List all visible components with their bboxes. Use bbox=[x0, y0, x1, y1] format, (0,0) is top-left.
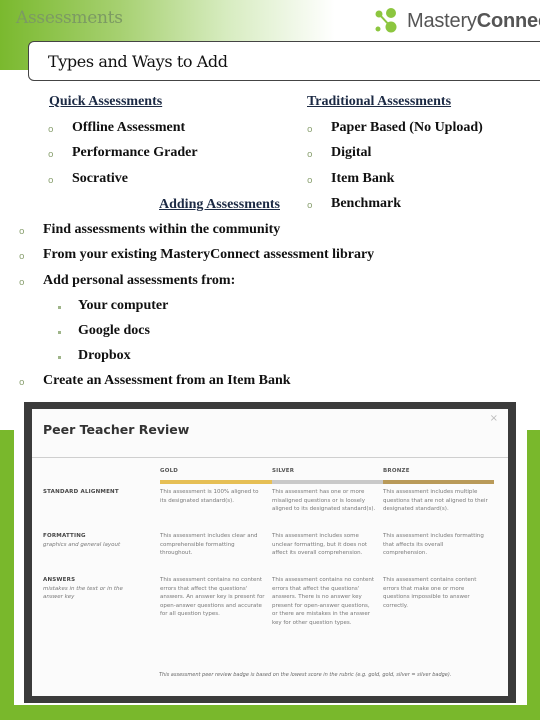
rubric-cell: This assessment contains no content erro… bbox=[160, 577, 265, 617]
circle-bullet-icon: o bbox=[48, 176, 54, 186]
criterion-name: ANSWERS bbox=[43, 577, 76, 583]
peer-teacher-review-modal: Peer Teacher Review × GOLD SILVER BRONZE… bbox=[32, 409, 508, 696]
square-bullet-icon bbox=[58, 331, 61, 334]
list-item: Create an Assessment from an Item Bank bbox=[43, 373, 291, 388]
circle-bullet-icon: o bbox=[19, 227, 25, 237]
rubric-cell: This assessment has one or more misalign… bbox=[272, 489, 376, 512]
level-bar-silver bbox=[272, 480, 383, 484]
level-bar-bronze bbox=[383, 480, 494, 484]
circle-bullet-icon: o bbox=[307, 201, 313, 211]
criterion-name: FORMATTING bbox=[43, 533, 86, 539]
level-label-gold: GOLD bbox=[160, 468, 179, 474]
circle-bullet-icon: o bbox=[19, 378, 25, 388]
modal-title: Peer Teacher Review bbox=[43, 422, 190, 437]
sub-list-item: Your computer bbox=[78, 298, 169, 313]
level-bar-gold bbox=[160, 480, 272, 484]
rubric-cell: This assessment is 100% aligned to its d… bbox=[160, 489, 259, 504]
traditional-assessments-heading: Traditional Assessments bbox=[307, 94, 452, 109]
page-section-title: Assessments bbox=[16, 8, 123, 28]
list-item: Item Bank bbox=[331, 171, 395, 186]
sub-list-item: Dropbox bbox=[78, 348, 131, 363]
slide-subtitle: Types and Ways to Add bbox=[48, 52, 228, 71]
rubric-footnote: This assessment peer review badge is bas… bbox=[159, 672, 452, 678]
list-item: Digital bbox=[331, 145, 372, 160]
list-item: Performance Grader bbox=[72, 145, 198, 160]
criterion-description: mistakes in the text or in the answer ke… bbox=[43, 586, 123, 600]
logo-dots-icon bbox=[375, 8, 397, 33]
circle-bullet-icon: o bbox=[19, 252, 25, 262]
rubric-cell: This assessment contains content errors … bbox=[383, 577, 477, 609]
list-item: Socrative bbox=[72, 171, 128, 186]
square-bullet-icon bbox=[58, 306, 61, 309]
green-footer-band bbox=[0, 705, 540, 720]
criterion-description: graphics and general layout bbox=[43, 542, 121, 548]
green-accent-right bbox=[527, 430, 540, 720]
level-label-silver: SILVER bbox=[272, 468, 295, 474]
list-item: Add personal assessments from: bbox=[43, 273, 236, 288]
green-accent-left bbox=[0, 430, 14, 720]
list-item: Find assessments within the community bbox=[43, 222, 281, 237]
circle-bullet-icon: o bbox=[48, 150, 54, 160]
quick-assessments-heading: Quick Assessments bbox=[49, 94, 163, 109]
rubric-cell: This assessment includes some unclear fo… bbox=[272, 533, 367, 556]
sub-list-item: Google docs bbox=[78, 323, 150, 338]
circle-bullet-icon: o bbox=[307, 176, 313, 186]
rubric-cell: This assessment includes multiple questi… bbox=[383, 489, 488, 512]
list-item: Benchmark bbox=[331, 196, 401, 211]
rubric-cell: This assessment includes clear and compr… bbox=[160, 533, 258, 556]
list-item: From your existing MasteryConnect assess… bbox=[43, 247, 375, 262]
modal-divider bbox=[32, 457, 508, 458]
circle-bullet-icon: o bbox=[19, 278, 25, 288]
close-icon[interactable]: × bbox=[490, 413, 498, 424]
adding-assessments-heading: Adding Assessments bbox=[159, 197, 280, 212]
rubric-cell: This assessment includes formatting that… bbox=[383, 533, 484, 556]
level-label-bronze: BRONZE bbox=[383, 468, 410, 474]
rubric-cell: This assessment contains no content erro… bbox=[272, 577, 375, 626]
circle-bullet-icon: o bbox=[307, 125, 313, 135]
masteryconnect-logo: MasteryConnect bbox=[373, 8, 540, 34]
square-bullet-icon bbox=[58, 356, 61, 359]
circle-bullet-icon: o bbox=[48, 125, 54, 135]
list-item: Offline Assessment bbox=[72, 120, 186, 135]
list-item: Paper Based (No Upload) bbox=[331, 120, 483, 135]
logo-text: MasteryConnect bbox=[407, 9, 540, 32]
circle-bullet-icon: o bbox=[307, 150, 313, 160]
criterion-name: STANDARD ALIGNMENT bbox=[43, 489, 119, 495]
